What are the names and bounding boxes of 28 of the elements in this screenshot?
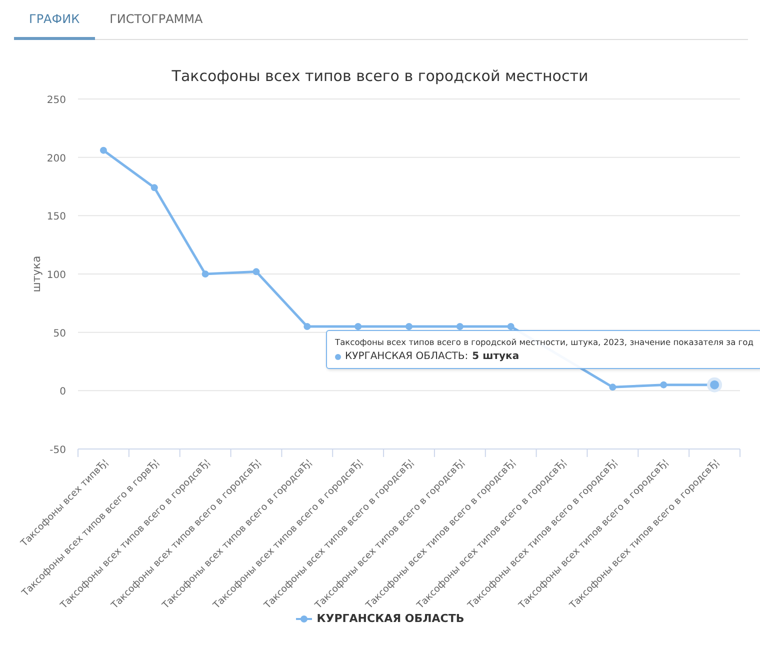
- tooltip-series-label: КУРГАНСКАЯ ОБЛАСТЬ:: [345, 351, 468, 362]
- tooltip-value: 5 штука: [472, 351, 520, 362]
- y-tick-label: 150: [46, 212, 66, 223]
- data-point[interactable]: [354, 323, 362, 330]
- y-tick-label: 50: [53, 328, 66, 340]
- y-tick-label: 0: [60, 386, 66, 398]
- y-tick-label: 100: [46, 270, 66, 281]
- chart-tab[interactable]: ГИСТОГРАММА: [94, 0, 218, 40]
- data-point[interactable]: [202, 270, 209, 278]
- data-point[interactable]: [252, 268, 260, 276]
- data-point[interactable]: [609, 384, 616, 391]
- y-tick-label: 250: [46, 95, 66, 106]
- data-point[interactable]: [507, 323, 514, 330]
- tooltip-header: Таксофоны всех типов всего в городской местности, штука, 2023, значение показателя за год: [335, 337, 754, 347]
- data-point[interactable]: [660, 381, 668, 388]
- legend-line-icon: [296, 614, 312, 622]
- y-tick-label: -50: [50, 445, 66, 456]
- y-axis-title: штука: [30, 256, 43, 292]
- data-point[interactable]: [304, 323, 311, 330]
- data-point[interactable]: [150, 184, 158, 192]
- y-tick-label: 200: [46, 153, 66, 164]
- data-point[interactable]: [456, 323, 464, 330]
- data-point[interactable]: [100, 146, 107, 154]
- chart-title: Таксофоны всех типов всего в городской местности: [170, 67, 590, 87]
- data-point[interactable]: [406, 323, 412, 330]
- data-point[interactable]: [707, 377, 722, 392]
- chart-tab[interactable]: ГРАФИК: [14, 0, 95, 40]
- legend-item[interactable]: КУРГАНСКАЯ ОБЛАСТЬ: [290, 611, 470, 626]
